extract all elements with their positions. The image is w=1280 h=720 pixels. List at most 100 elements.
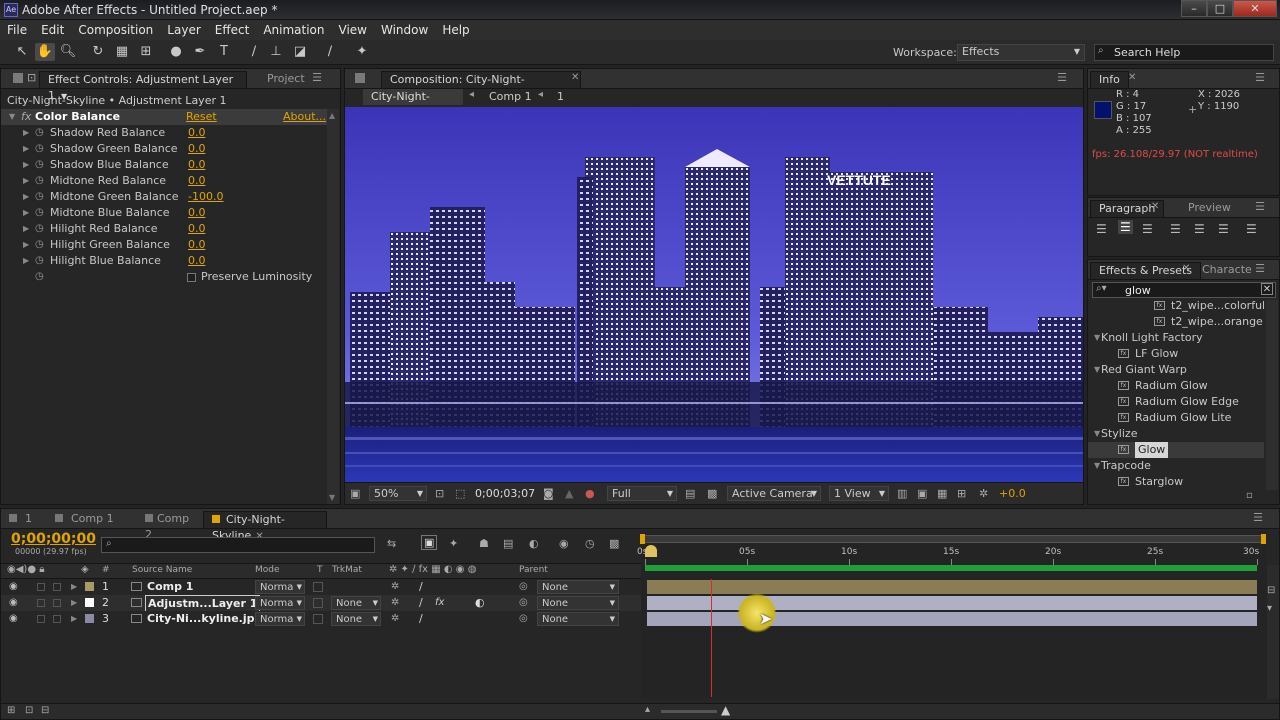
pick-whip-icon[interactable]: ◎	[519, 579, 528, 595]
always-preview-icon[interactable]: ▣	[350, 487, 360, 500]
close-tab-icon[interactable]: ✕	[1182, 263, 1190, 274]
menu-file[interactable]: File	[0, 20, 34, 38]
layer-source-name[interactable]: City-Ni...kyline.jpg	[147, 611, 262, 627]
breadcrumb-1[interactable]: 1	[557, 89, 564, 104]
roto-brush-tool-icon[interactable]: ∕	[320, 43, 340, 61]
preserve-luminosity-checkbox[interactable]	[187, 273, 196, 282]
effect-param-row[interactable]: ▶ ◷ Midtone Blue Balance 0.0	[1, 205, 327, 221]
layer-trkmat-dropdown[interactable]: None ▼	[331, 612, 381, 626]
timeline-zoom-slider[interactable]	[661, 710, 717, 713]
expand-triangle-icon[interactable]: ▼	[1094, 426, 1100, 442]
stopwatch-icon[interactable]: ◷	[35, 221, 44, 237]
expand-triangle-icon[interactable]: ▶	[23, 173, 29, 189]
stopwatch-icon[interactable]: ◷	[35, 237, 44, 253]
layer-mode-dropdown[interactable]: Norma ▼	[255, 580, 305, 594]
effect-param-row[interactable]: ▶ ◷ Midtone Green Balance -100.0	[1, 189, 327, 205]
justify-left-icon[interactable]: ☰	[1170, 222, 1181, 236]
tab-city-night-skyline[interactable]: City-Night-Skyline✕	[203, 511, 327, 542]
stopwatch-icon[interactable]: ◷	[35, 189, 44, 205]
playhead-icon[interactable]	[645, 545, 657, 557]
table-row[interactable]: ◉ ▶ 3 City-Ni...kyline.jpg Norma ▼ None ▼ ✲ ∕ ◎ Non…	[1, 611, 641, 627]
eye-icon[interactable]: ◉	[9, 579, 18, 595]
pen-tool-icon[interactable]: ✒	[190, 43, 210, 61]
adjustment-layer-switch-icon[interactable]: ◐	[475, 595, 485, 611]
motion-blur-icon[interactable]: ◐	[529, 537, 539, 550]
selection-tool-icon[interactable]: ↖	[12, 43, 32, 61]
close-tab-icon[interactable]: ✕	[1151, 201, 1159, 212]
timeline-toggle-icon[interactable]: ▦	[937, 487, 947, 500]
hand-tool-icon[interactable]: ✋	[35, 43, 55, 61]
tab-comp-1[interactable]: Comp 1	[47, 511, 137, 528]
panel-options-icon[interactable]: ☰	[1255, 262, 1265, 275]
effect-param-row[interactable]: ▶ ◷ Hilight Green Balance 0.0	[1, 237, 327, 253]
fit-icon[interactable]: ⊡	[435, 487, 444, 500]
toggle-in-out-icon[interactable]: ⊟	[41, 705, 49, 716]
shy-layers-icon[interactable]: ☗	[479, 537, 489, 550]
transparency-grid-icon[interactable]: ▩	[707, 487, 717, 500]
breadcrumb-city-night-skyline[interactable]: City-Night-Skyline	[363, 89, 463, 118]
panel-options-icon[interactable]: ☰	[312, 71, 322, 84]
effect-param-value[interactable]: 0.0	[188, 221, 206, 237]
stopwatch-icon[interactable]: ◷	[35, 173, 44, 189]
eraser-tool-icon[interactable]: ◪	[290, 43, 310, 61]
expand-triangle-icon[interactable]: ▶	[71, 579, 77, 595]
zoom-dropdown[interactable]: 50% ▼	[369, 486, 427, 501]
effects-search-input[interactable]: ⌕▾ glow ✕	[1092, 282, 1276, 298]
search-help-box[interactable]: ⌕ Search Help	[1094, 44, 1274, 61]
time-navigator[interactable]	[640, 534, 1266, 544]
align-left-icon[interactable]: ☰	[1096, 222, 1107, 236]
zoom-tool-icon[interactable]: 🔍︎	[58, 43, 78, 61]
new-folder-icon[interactable]: ▫	[1246, 490, 1253, 501]
preserve-transparency-toggle[interactable]	[313, 598, 323, 608]
layer-label-color[interactable]	[85, 614, 94, 623]
current-time-display[interactable]: 0;00;03;07	[475, 486, 537, 502]
color-channel-icon[interactable]: ●	[585, 487, 595, 500]
expand-triangle-icon[interactable]: ▶	[71, 611, 77, 627]
resolution-dropdown[interactable]: Full ▼	[607, 486, 677, 501]
timeline-current-time[interactable]: 0;00;00;00	[11, 531, 96, 547]
region-of-interest-icon[interactable]: ⬚	[455, 487, 465, 500]
effects-item[interactable]: fx t2_wipe...orange	[1088, 314, 1264, 330]
pick-whip-icon[interactable]: ◎	[519, 595, 528, 611]
panel-options-icon[interactable]: ☰	[1057, 71, 1067, 84]
layer-parent-dropdown[interactable]: None ▼	[537, 612, 619, 626]
expand-triangle-icon[interactable]: ▼	[1094, 458, 1100, 474]
effects-item[interactable]: fx t2_wipe...colorful	[1088, 298, 1265, 314]
menu-edit[interactable]: Edit	[34, 20, 71, 38]
about-link[interactable]: About...	[283, 110, 326, 123]
effect-header-row[interactable]: ▼ fx Color Balance Reset About...	[1, 109, 327, 125]
solo-toggle[interactable]	[37, 599, 45, 607]
menu-layer[interactable]: Layer	[160, 20, 207, 38]
close-tab-icon[interactable]: ✕	[571, 72, 579, 83]
solo-toggle[interactable]	[37, 583, 45, 591]
effects-scrollbar[interactable]	[1266, 300, 1278, 490]
expand-triangle-icon[interactable]: ▶	[23, 189, 29, 205]
effects-item[interactable]: fx Radium Glow	[1088, 378, 1264, 394]
effect-param-value[interactable]: 0.0	[188, 205, 206, 221]
timeline-scrollbar[interactable]: ⊟ ▾	[1267, 565, 1279, 699]
effects-item[interactable]: fx LF Glow	[1088, 346, 1264, 362]
mask-tool-icon[interactable]: ●	[166, 43, 186, 61]
header-source-name[interactable]: Source Name	[132, 565, 192, 575]
tab-preview[interactable]: Preview	[1180, 200, 1239, 217]
solo-toggle[interactable]	[37, 615, 45, 623]
expand-triangle-icon[interactable]: ▶	[23, 205, 29, 221]
exposure-value[interactable]: +0.0	[999, 487, 1026, 500]
effect-param-row[interactable]: ▶ ◷ Hilight Red Balance 0.0	[1, 221, 327, 237]
layer-mode-dropdown[interactable]: Norma ▼	[255, 612, 305, 626]
rotation-tool-icon[interactable]: ↻	[88, 43, 108, 61]
comp-mini-flowchart-icon[interactable]: ⇆	[387, 537, 396, 550]
expand-triangle-icon[interactable]: ▼	[1094, 362, 1100, 378]
eye-icon[interactable]: ◉	[9, 595, 18, 611]
effect-param-value[interactable]: 0.0	[188, 157, 206, 173]
fast-previews-icon[interactable]: ▤	[685, 487, 695, 500]
workspace-dropdown[interactable]: Effects ▼	[957, 44, 1085, 61]
stopwatch-icon[interactable]: ◷	[35, 269, 44, 285]
maximize-button[interactable]: □	[1207, 0, 1233, 17]
expand-triangle-icon[interactable]: ▶	[23, 125, 29, 141]
layer-trkmat-dropdown[interactable]: None ▼	[331, 596, 381, 610]
lock-toggle[interactable]	[53, 615, 61, 623]
breadcrumb-comp-1[interactable]: Comp 1	[489, 89, 532, 104]
effect-param-value[interactable]: 0.0	[188, 141, 206, 157]
quality-switch-icon[interactable]: ∕	[419, 579, 423, 595]
